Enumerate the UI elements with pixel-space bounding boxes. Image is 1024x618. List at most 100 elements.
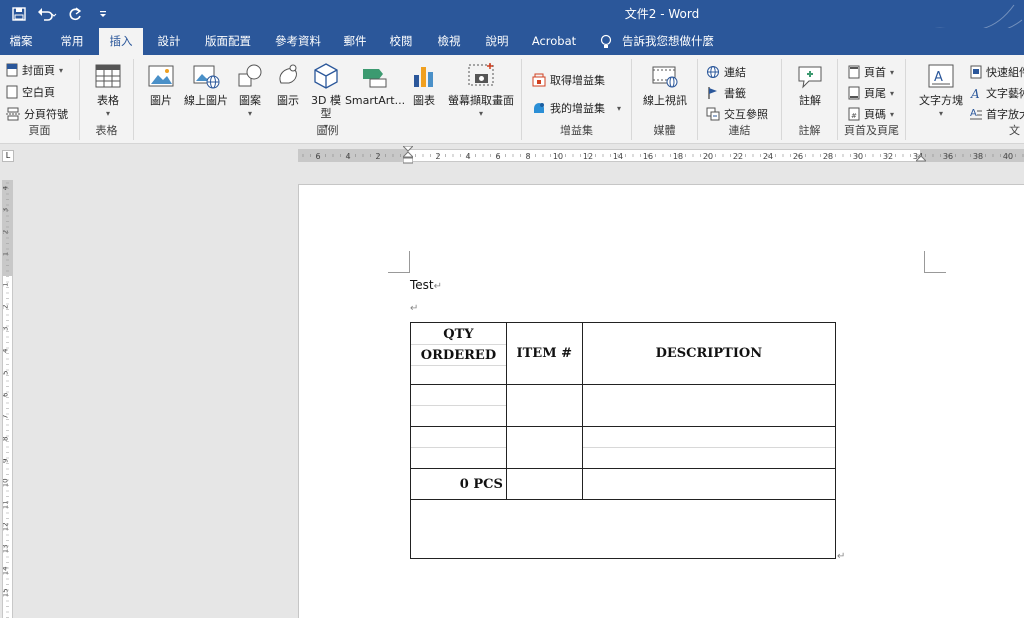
quick-parts-button[interactable]: 快速組件 [970, 63, 1024, 81]
table-cell[interactable] [505, 468, 583, 500]
shapes-button[interactable]: 圖案 ▾ [232, 61, 268, 120]
table-cell[interactable] [505, 384, 583, 427]
get-addins-button[interactable]: 取得增益集 [532, 71, 605, 89]
right-indent-marker[interactable] [916, 153, 926, 163]
tab-selector[interactable]: L [2, 150, 14, 162]
tab-mailings[interactable]: 郵件 [337, 28, 373, 55]
footer-icon [848, 86, 860, 100]
tell-me-search[interactable]: 告訴我您想做什麼 [622, 28, 722, 55]
picture-label: 圖片 [150, 94, 172, 107]
new-comment-button[interactable]: 註解 [790, 61, 830, 107]
online-video-button[interactable]: 線上視訊 [638, 61, 692, 107]
icons-icon [279, 64, 297, 84]
tab-file[interactable]: 檔案 [0, 28, 42, 55]
title-bar: 文件2 - Word [0, 0, 1024, 55]
shapes-label: 圖案 [239, 94, 261, 107]
bookmark-button[interactable]: 書籤 [706, 84, 746, 102]
ruler-number: 10 [3, 478, 10, 487]
bookmark-icon [708, 87, 717, 99]
tab-acrobat[interactable]: Acrobat [526, 28, 582, 55]
text-box-button[interactable]: A 文字方塊 ▾ [912, 61, 970, 120]
screenshot-label: 螢幕擷取畫面 [448, 94, 514, 107]
description-header-cell[interactable]: DESCRIPTION [581, 322, 837, 385]
paragraph-mark: ↵ [433, 281, 443, 292]
header-icon [848, 65, 860, 79]
smartart-button[interactable]: SmartArt... [344, 61, 406, 107]
header-label: 頁首 [864, 66, 886, 79]
tab-view[interactable]: 檢視 [430, 28, 468, 55]
paragraph-2[interactable]: ↵ [410, 300, 418, 314]
ribbon-tabs: 檔案 常用 插入 設計 版面配置 參考資料 郵件 校閱 檢視 說明 Acroba… [0, 28, 1024, 55]
tab-design[interactable]: 設計 [150, 28, 188, 55]
group-tables: 表格 ▾ 表格 [80, 59, 134, 140]
blank-page-button[interactable]: 空白頁 [6, 83, 55, 101]
group-illustrations-label: 圖例 [316, 124, 339, 137]
tab-review[interactable]: 校閱 [383, 28, 419, 55]
table-cell[interactable] [581, 426, 837, 469]
ruler-number: 5 [3, 371, 10, 375]
cell-subline [582, 427, 835, 448]
store-icon [532, 73, 546, 87]
qty-header-cell[interactable]: QTY ORDERED [410, 322, 507, 385]
tab-help[interactable]: 說明 [478, 28, 516, 55]
picture-button[interactable]: 圖片 [142, 61, 180, 107]
group-comments-label: 註解 [798, 124, 821, 137]
indent-marker[interactable] [403, 146, 413, 166]
tab-home[interactable]: 常用 [52, 28, 92, 55]
cell-subline [411, 385, 506, 406]
page-number-icon: # [848, 107, 860, 121]
document-table[interactable]: QTY ORDERED ITEM # DESCRIPTION 0 PCS [410, 322, 837, 559]
paragraph-mark: ↵ [410, 303, 419, 314]
drop-cap-button[interactable]: A 首字放大 [970, 105, 1024, 123]
table-button[interactable]: 表格 ▾ [88, 61, 128, 120]
table-total-row: 0 PCS [410, 468, 837, 500]
table-merged-cell[interactable] [410, 499, 836, 559]
table-cell[interactable] [410, 384, 507, 427]
cover-page-icon [6, 63, 18, 77]
tab-insert[interactable]: 插入 [99, 28, 143, 55]
quick-parts-label: 快速組件 [986, 66, 1024, 79]
cover-page-button[interactable]: 封面頁 ▾ [6, 61, 63, 79]
window-title: 文件2 - Word [624, 7, 700, 21]
cross-reference-button[interactable]: 交互參照 [706, 105, 768, 123]
icons-button[interactable]: 圖示 [270, 61, 306, 107]
qty-header-line1: QTY [411, 324, 506, 345]
tab-layout[interactable]: 版面配置 [198, 28, 258, 55]
ruler-number: 8 [3, 437, 10, 441]
online-picture-button[interactable]: 線上圖片 [180, 61, 232, 107]
ribbon: 封面頁 ▾ 空白頁 分頁符號 頁面 表格 ▾ 表格 圖片 線上圖片 圖案 ▾ 圖… [0, 55, 1024, 144]
footer-button[interactable]: 頁尾 ▾ [848, 84, 894, 102]
total-qty-cell[interactable]: 0 PCS [410, 468, 507, 500]
group-illustrations: 圖片 線上圖片 圖案▾ 圖示 3D 模 型▾ SmartArt... 圖表 [134, 59, 522, 140]
table-cell[interactable] [505, 426, 583, 469]
header-button[interactable]: 頁首 ▾ [848, 63, 894, 81]
picture-icon [148, 65, 174, 87]
footer-label: 頁尾 [864, 87, 886, 100]
ruler-number: 6 [3, 392, 10, 397]
table-cell[interactable] [581, 468, 837, 500]
tab-references[interactable]: 參考資料 [268, 28, 328, 55]
document-page[interactable]: Test↵ ↵ QTY ORDERED ITEM # DESCRIPTION 0… [298, 184, 1024, 618]
screenshot-button[interactable]: 螢幕擷取畫面 ▾ [444, 61, 518, 120]
shapes-icon [238, 64, 262, 87]
page-number-button[interactable]: # 頁碼 ▾ [848, 105, 894, 123]
table-label: 表格 [97, 94, 119, 107]
smartart-icon [363, 69, 387, 88]
horizontal-ruler[interactable]: 6 4 2 2 4 6 8 10 12 14 16 18 20 22 24 26 28 30 32 34 36 38 40 [298, 146, 1024, 164]
chart-button[interactable]: 圖表 [406, 61, 442, 107]
link-icon [707, 66, 719, 78]
online-video-label: 線上視訊 [643, 94, 687, 107]
page-break-button[interactable]: 分頁符號 [6, 105, 68, 123]
my-addins-button[interactable]: 我的增益集 ▾ [532, 99, 621, 117]
table-cell[interactable] [581, 384, 837, 427]
wordart-label: 文字藝術 [986, 87, 1024, 100]
link-button[interactable]: 連結 [706, 63, 746, 81]
smartart-label: SmartArt... [344, 94, 406, 107]
vertical-ruler[interactable]: 4321123456789101112131415 [2, 180, 13, 618]
table-cell[interactable] [410, 426, 507, 469]
blank-page-icon [6, 85, 18, 99]
wordart-button[interactable]: A 文字藝術 [970, 84, 1024, 102]
paragraph-1[interactable]: Test↵ [410, 278, 442, 292]
page-break-icon [6, 107, 20, 121]
item-header-cell[interactable]: ITEM # [505, 322, 583, 385]
